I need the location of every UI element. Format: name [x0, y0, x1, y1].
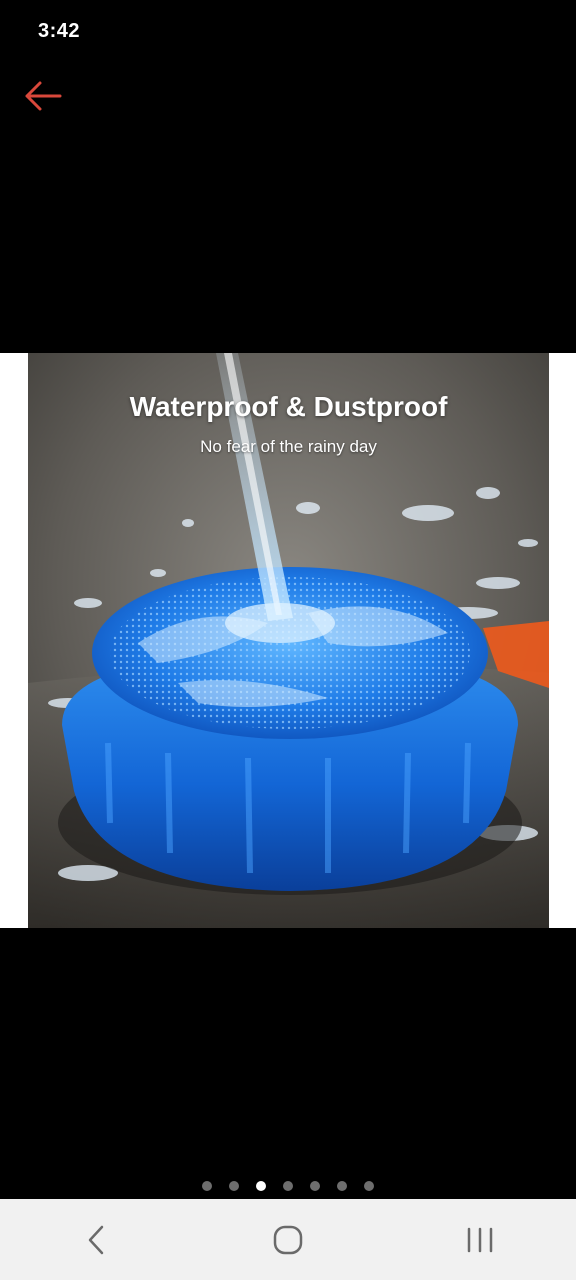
home-circle-icon: [273, 1225, 303, 1254]
pager-dot[interactable]: [337, 1181, 347, 1191]
screen: 3:42 Waterproof & Dustproof No fear of t…: [0, 0, 576, 1280]
chevron-left-icon: [88, 1225, 104, 1254]
image-subtitle: No fear of the rainy day: [200, 437, 377, 456]
image-title: Waterproof & Dustproof: [129, 391, 448, 422]
pager-dot[interactable]: [202, 1181, 212, 1191]
arrow-left-icon: [25, 81, 62, 111]
nav-back-button[interactable]: [56, 1210, 136, 1270]
status-time: 3:42: [38, 20, 81, 42]
pager-dot[interactable]: [283, 1181, 293, 1191]
system-nav-bar: [0, 1199, 576, 1280]
pager-dot[interactable]: [310, 1181, 320, 1191]
image-frame: Waterproof & Dustproof No fear of the ra…: [0, 353, 576, 928]
pager-dot[interactable]: [364, 1181, 374, 1191]
nav-recents-button[interactable]: [440, 1210, 520, 1270]
product-image[interactable]: Waterproof & Dustproof No fear of the ra…: [28, 353, 549, 928]
back-button[interactable]: [18, 74, 66, 118]
image-pager: [0, 1179, 576, 1193]
recents-lines-icon: [467, 1227, 493, 1252]
pager-dot-active[interactable]: [256, 1181, 266, 1191]
nav-home-button[interactable]: [248, 1210, 328, 1270]
pager-dot[interactable]: [229, 1181, 239, 1191]
